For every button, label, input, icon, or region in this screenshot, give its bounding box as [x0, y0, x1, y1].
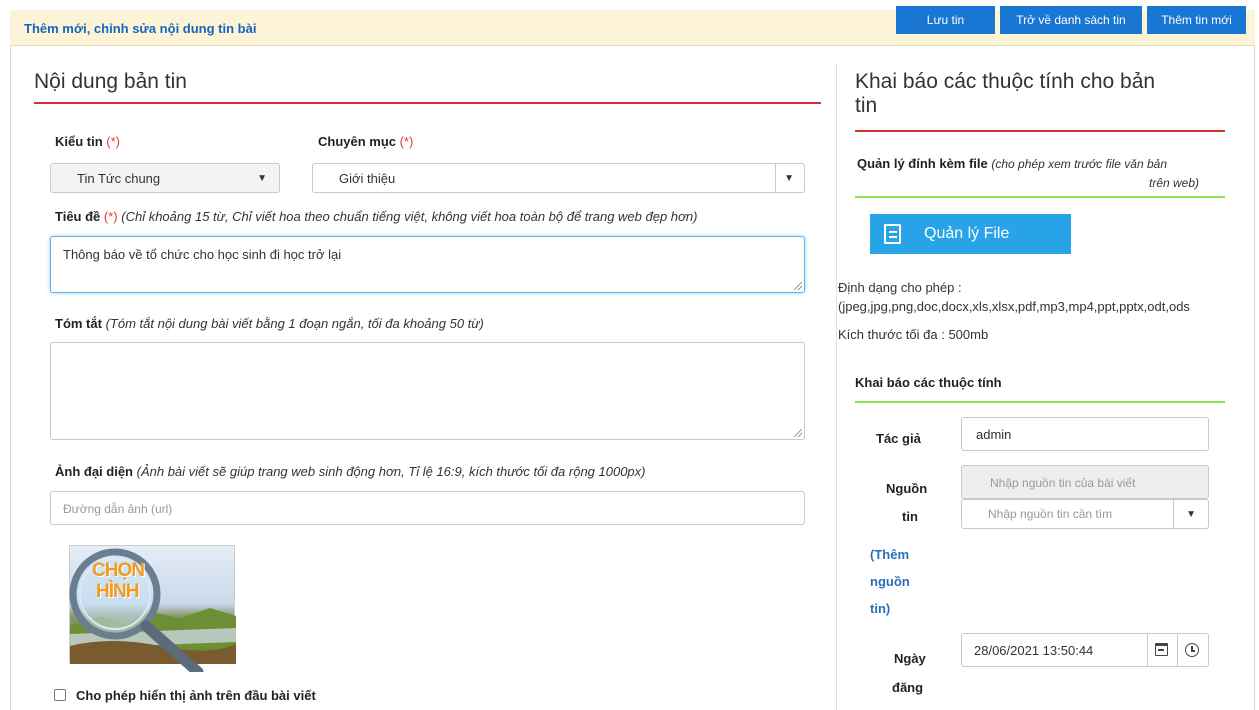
- publish-date-input[interactable]: 28/06/2021 13:50:44: [961, 633, 1209, 667]
- formats-value: (jpeg,jpg,png,doc,docx,xls,xlsx,pdf,mp3,…: [838, 299, 1190, 314]
- title-label: Tiêu đề (*) (Chỉ khoảng 15 từ, Chỉ viết …: [55, 209, 698, 224]
- chevron-down-icon: ▼: [784, 173, 794, 184]
- content-section-title: Nội dung bản tin: [34, 70, 187, 93]
- image-url-input[interactable]: Đường dẫn ảnh (url): [50, 491, 805, 525]
- publish-date-label-1: Ngày: [894, 651, 926, 666]
- publish-date-label-2: đăng: [892, 680, 924, 695]
- attach-hint-continued: trên web): [1149, 176, 1200, 190]
- category-select-value: Giới thiệu: [339, 171, 396, 186]
- source-label-1: Nguồn: [886, 481, 928, 496]
- type-select-value: Tin Tức chung: [77, 171, 161, 186]
- back-to-list-button[interactable]: Trở về danh sách tin: [1000, 6, 1142, 34]
- properties-underline: [855, 401, 1225, 403]
- choose-image-button[interactable]: CHỌN HÌNH: [69, 545, 236, 672]
- manage-file-button[interactable]: Quản lý File: [870, 214, 1071, 254]
- attach-underline: [855, 196, 1225, 198]
- attach-label: Quản lý đính kèm file (cho phép xem trướ…: [857, 156, 1167, 171]
- title-textarea-value: Thông báo về tổ chức cho học sinh đi học…: [63, 247, 342, 262]
- chevron-down-icon: ▼: [1186, 509, 1196, 520]
- content-section-underline: [34, 102, 821, 104]
- calendar-icon[interactable]: [1155, 643, 1168, 656]
- formats-label: Định dạng cho phép :: [838, 280, 962, 295]
- category-label: Chuyên mục (*): [318, 134, 414, 149]
- category-select[interactable]: Giới thiệu ▼: [312, 163, 805, 193]
- type-label: Kiểu tin (*): [55, 134, 121, 149]
- author-input[interactable]: admin: [961, 417, 1209, 451]
- attributes-section-underline: [855, 130, 1225, 132]
- source-search-placeholder: Nhập nguồn tin cần tìm: [988, 507, 1113, 521]
- resize-handle-icon[interactable]: [794, 282, 802, 290]
- type-select[interactable]: Tin Tức chung ▼: [50, 163, 280, 193]
- choose-image-text-1: CHỌN: [92, 560, 145, 581]
- title-textarea[interactable]: Thông báo về tổ chức cho học sinh đi học…: [50, 236, 805, 293]
- add-new-button[interactable]: Thêm tin mới: [1147, 6, 1246, 34]
- page-title: Thêm mới, chỉnh sửa nội dung tin bài: [24, 21, 257, 36]
- show-image-label: Cho phép hiển thị ảnh trên đầu bài viết: [76, 688, 316, 703]
- max-size-text: Kích thước tối đa : 500mb: [838, 327, 989, 342]
- show-image-checkbox[interactable]: [54, 689, 66, 701]
- author-input-value: admin: [976, 427, 1012, 442]
- add-source-link-3[interactable]: tin): [870, 595, 890, 622]
- save-button[interactable]: Lưu tin: [896, 6, 995, 34]
- source-label-2: tin: [902, 509, 918, 524]
- summary-label: Tóm tắt (Tóm tắt nội dung bài viết bằng …: [55, 316, 484, 331]
- magnifier-icon: [69, 548, 204, 672]
- image-url-placeholder: Đường dẫn ảnh (url): [63, 502, 173, 516]
- column-divider: [836, 64, 837, 710]
- add-source-link-1[interactable]: (Thêm: [870, 541, 909, 568]
- file-icon: [884, 224, 901, 244]
- publish-date-value: 28/06/2021 13:50:44: [974, 643, 1094, 658]
- image-label: Ảnh đại diện (Ảnh bài viết sẽ giúp trang…: [55, 464, 646, 479]
- summary-textarea[interactable]: [50, 342, 805, 440]
- source-input-placeholder: Nhập nguồn tin của bài viết: [990, 476, 1136, 490]
- properties-title: Khai báo các thuộc tính: [855, 375, 1002, 390]
- choose-image-text-2: HÌNH: [96, 581, 139, 602]
- attributes-section-title-line1: Khai báo các thuộc tính cho bản: [855, 70, 1156, 93]
- chevron-down-icon: ▼: [257, 173, 267, 184]
- source-input[interactable]: Nhập nguồn tin của bài viết: [961, 465, 1209, 499]
- source-search-select[interactable]: Nhập nguồn tin cần tìm ▼: [961, 499, 1209, 529]
- attributes-section-title-line2: tin: [855, 94, 878, 117]
- author-label: Tác giả: [876, 431, 921, 446]
- add-source-link-2[interactable]: nguồn: [870, 568, 910, 595]
- resize-handle-icon[interactable]: [794, 429, 802, 437]
- clock-icon[interactable]: [1185, 643, 1199, 657]
- manage-file-button-label: Quản lý File: [924, 225, 1010, 242]
